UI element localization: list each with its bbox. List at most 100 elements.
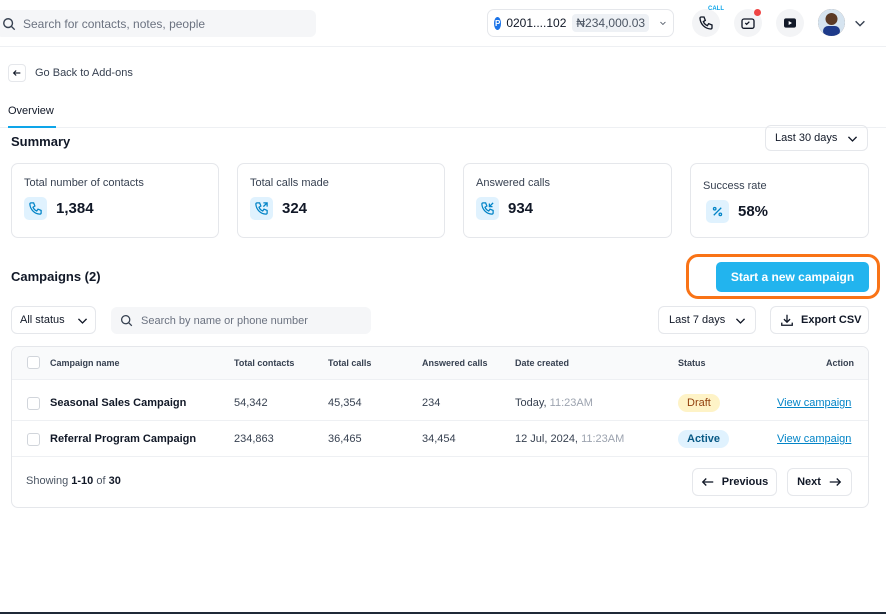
provider-logo-icon: P — [494, 16, 502, 30]
total-contacts: 234,863 — [234, 433, 274, 445]
chevron-down-icon — [736, 317, 746, 324]
time-value: 11:23AM — [581, 433, 625, 445]
back-button[interactable] — [8, 64, 26, 82]
total-calls: 45,354 — [328, 397, 362, 409]
stat-value: 324 — [282, 200, 308, 217]
tab-active-indicator — [8, 126, 56, 128]
search-icon — [3, 17, 16, 30]
status-badge: Draft — [678, 394, 720, 412]
row-checkbox[interactable] — [27, 397, 40, 410]
video-button[interactable] — [776, 9, 804, 37]
global-search-input[interactable]: Search for contacts, notes, people — [0, 10, 316, 37]
select-all-checkbox[interactable] — [27, 356, 40, 369]
time-value: 11:23AM — [549, 397, 593, 409]
stat-card-contacts: Total number of contacts 1,384 — [11, 163, 219, 238]
start-new-campaign-button[interactable]: Start a new campaign — [716, 262, 869, 292]
account-number: 0201....102 — [506, 16, 567, 30]
date-filter-dropdown[interactable]: Last 7 days — [658, 306, 756, 334]
stat-card-success-rate: Success rate 58% — [690, 163, 869, 238]
column-header[interactable]: Total contacts — [234, 358, 294, 368]
phone-icon — [24, 197, 47, 220]
status-badge: Active — [678, 430, 730, 448]
stat-label: Total number of contacts — [24, 177, 144, 189]
campaign-name: Referral Program Campaign — [50, 433, 197, 445]
date-value: Today, — [515, 397, 547, 409]
arrow-right-icon — [829, 478, 842, 486]
next-label: Next — [797, 476, 821, 488]
stat-value: 58% — [738, 203, 769, 220]
showing-of: of — [96, 475, 106, 487]
showing-range: 1-10 — [71, 475, 94, 487]
total-contacts: 54,342 — [234, 397, 268, 409]
search-icon — [120, 314, 133, 327]
previous-page-button[interactable]: Previous — [692, 468, 777, 496]
chevron-down-icon[interactable] — [853, 16, 867, 30]
back-link[interactable]: Go Back to Add-ons — [8, 64, 133, 82]
campaign-search-input[interactable]: Search by name or phone number — [111, 307, 371, 334]
row-checkbox[interactable] — [27, 433, 40, 446]
stat-label: Total calls made — [250, 177, 329, 189]
showing-total: 30 — [108, 475, 121, 487]
back-label: Go Back to Add-ons — [35, 67, 133, 79]
export-csv-button[interactable]: Export CSV — [770, 306, 869, 334]
column-header[interactable]: Answered calls — [422, 358, 488, 368]
notification-dot — [754, 9, 761, 16]
table-row[interactable]: Referral Program Campaign 234,863 36,465… — [12, 421, 868, 457]
column-header[interactable]: Date created — [515, 358, 569, 368]
stat-label: Answered calls — [476, 177, 550, 189]
column-header[interactable]: Status — [678, 358, 706, 368]
tab-divider — [0, 127, 886, 128]
avatar-image — [818, 9, 845, 36]
showing-prefix: Showing — [26, 475, 69, 487]
call-label: CALL — [708, 6, 724, 12]
export-csv-label: Export CSV — [801, 314, 862, 326]
next-page-button[interactable]: Next — [787, 468, 852, 496]
answered-calls: 34,454 — [422, 433, 456, 445]
global-search-placeholder: Search for contacts, notes, people — [23, 16, 206, 31]
date-value: 12 Jul, 2024, — [515, 433, 578, 445]
percent-icon — [706, 200, 729, 223]
account-selector[interactable]: P 0201....102 ₦234,000.03 — [487, 9, 674, 37]
arrow-left-icon — [12, 70, 21, 76]
status-filter-dropdown[interactable]: All status — [11, 306, 96, 334]
campaigns-title: Campaigns (2) — [11, 269, 101, 284]
table-header: Campaign name Total contacts Total calls… — [12, 347, 868, 380]
tab-overview[interactable]: Overview — [8, 105, 54, 117]
stat-value: 934 — [508, 200, 534, 217]
account-balance: ₦234,000.03 — [572, 14, 650, 32]
summary-range-label: Last 30 days — [775, 132, 838, 144]
view-campaign-link[interactable]: View campaign — [777, 433, 851, 445]
campaigns-table: Campaign name Total contacts Total calls… — [11, 346, 869, 508]
inbox-icon — [741, 18, 755, 29]
chevron-down-icon — [77, 317, 87, 324]
previous-label: Previous — [721, 476, 769, 488]
avatar[interactable] — [818, 9, 845, 36]
date-created: 12 Jul, 2024, 11:23AM — [515, 433, 624, 445]
play-video-icon — [784, 18, 796, 28]
stat-card-calls-made: Total calls made 324 — [237, 163, 445, 238]
arrow-left-icon — [701, 478, 714, 486]
download-icon — [781, 314, 793, 326]
view-campaign-link[interactable]: View campaign — [777, 397, 851, 409]
top-bar: Search for contacts, notes, people P 020… — [0, 0, 886, 47]
status-filter-label: All status — [20, 314, 65, 326]
summary-range-dropdown[interactable]: Last 30 days — [765, 125, 868, 151]
call-button[interactable] — [692, 9, 720, 37]
date-created: Today, 11:23AM — [515, 397, 593, 409]
campaign-name: Seasonal Sales Campaign — [50, 397, 187, 409]
date-filter-label: Last 7 days — [669, 314, 726, 326]
campaign-search-placeholder: Search by name or phone number — [141, 314, 308, 327]
column-header[interactable]: Campaign name — [50, 358, 120, 368]
table-row[interactable]: Seasonal Sales Campaign 54,342 45,354 23… — [12, 385, 868, 421]
total-calls: 36,465 — [328, 433, 362, 445]
summary-title: Summary — [11, 134, 71, 149]
answered-calls: 234 — [422, 397, 441, 409]
chevron-down-icon — [848, 135, 858, 142]
column-header: Action — [826, 358, 854, 368]
stat-card-answered: Answered calls 934 — [463, 163, 672, 238]
stat-value: 1,384 — [56, 200, 94, 217]
column-header[interactable]: Total calls — [328, 358, 371, 368]
chevron-down-icon — [660, 21, 666, 26]
pagination-summary: Showing 1-10 of 30 — [26, 475, 121, 487]
phone-icon — [699, 16, 713, 30]
